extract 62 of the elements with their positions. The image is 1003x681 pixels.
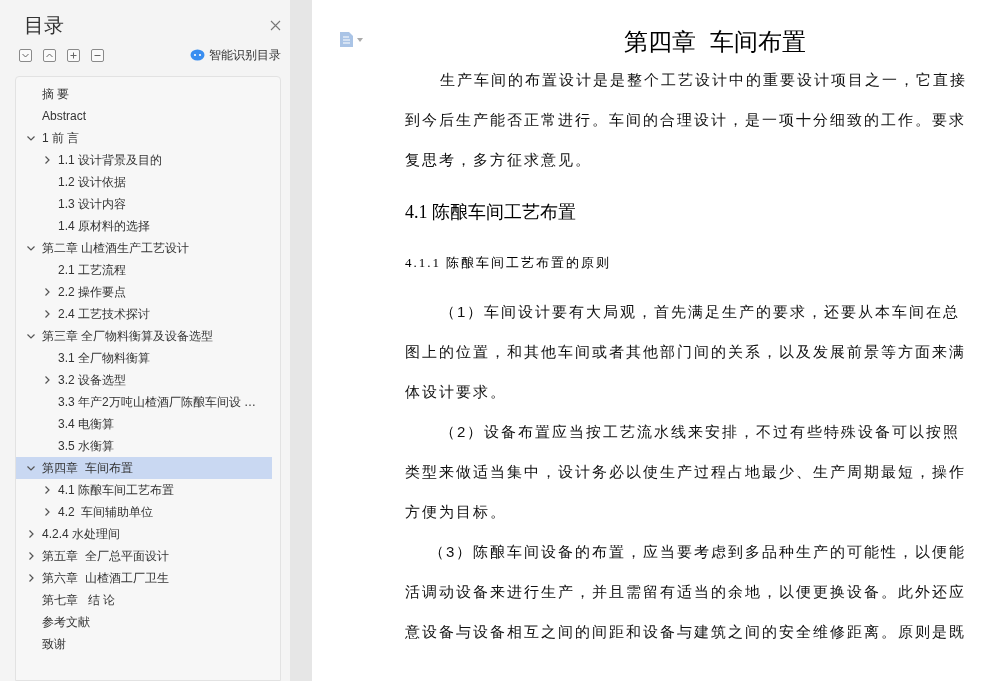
- plus-icon[interactable]: [67, 48, 80, 62]
- toc-item[interactable]: Abstract: [16, 105, 272, 127]
- toc-item[interactable]: 2.4 工艺技术探讨: [16, 303, 272, 325]
- chevron-icon[interactable]: [26, 529, 36, 539]
- toc-item[interactable]: 3.5 水衡算: [16, 435, 272, 457]
- chevron-icon[interactable]: [26, 133, 36, 143]
- toc-item[interactable]: 第七章 结 论: [16, 589, 272, 611]
- toc-item[interactable]: 第六章 山楂酒工厂卫生: [16, 567, 272, 589]
- expand-all-icon[interactable]: [19, 48, 32, 62]
- chevron-icon[interactable]: [42, 507, 52, 517]
- chevron-icon[interactable]: [42, 287, 52, 297]
- minus-icon[interactable]: [91, 48, 104, 62]
- subsection-heading: 4.1.1 陈酿车间工艺布置的原则: [405, 254, 612, 273]
- chapter-title: 第四章 车间布置: [624, 27, 806, 57]
- toc-item[interactable]: 3.4 电衡算: [16, 413, 272, 435]
- toc-item[interactable]: 1.1 设计背景及目的: [16, 149, 272, 171]
- paragraph-line: 意设备与设备相互之间的间距和设备与建筑之间的安全维修距离。原则是既: [405, 621, 966, 642]
- chevron-icon[interactable]: [26, 243, 36, 253]
- toc-item[interactable]: 摘 要: [16, 83, 272, 105]
- collapse-all-icon[interactable]: [43, 48, 56, 62]
- paragraph-line: 方便为目标。: [405, 501, 507, 522]
- toc-item[interactable]: 3.3 年产2万吨山楂酒厂陈酿车间设 …: [16, 391, 272, 413]
- smart-cloud-icon: [190, 49, 205, 61]
- paragraph-line: （1）车间设计要有大局观，首先满足生产的要求，还要从本车间在总: [440, 301, 961, 322]
- toc-item[interactable]: 第五章 全厂总平面设计: [16, 545, 272, 567]
- paragraph-line: 到今后生产能否正常进行。车间的合理设计，是一项十分细致的工作。要求: [405, 109, 966, 130]
- toc-item[interactable]: 2.1 工艺流程: [16, 259, 272, 281]
- chevron-icon[interactable]: [26, 331, 36, 341]
- toc-item[interactable]: 1.2 设计依据: [16, 171, 272, 193]
- toc-item[interactable]: 4.1 陈酿车间工艺布置: [16, 479, 272, 501]
- paragraph-line: 体设计要求。: [405, 381, 507, 402]
- chevron-icon[interactable]: [26, 551, 36, 561]
- paragraph-line: 类型来做适当集中，设计务必以使生产过程占地最少、生产周期最短，操作: [405, 461, 966, 482]
- paragraph-line: 生产车间的布置设计是是整个工艺设计中的重要设计项目之一，它直接: [440, 69, 967, 90]
- toc-item[interactable]: 第四章 车间布置: [16, 457, 272, 479]
- toc-item[interactable]: 3.2 设备选型: [16, 369, 272, 391]
- chevron-icon[interactable]: [26, 463, 36, 473]
- paragraph-line: 图上的位置，和其他车间或者其他部门间的关系，以及发展前景等方面来满: [405, 341, 966, 362]
- paragraph-line: （2）设备布置应当按工艺流水线来安排，不过有些特殊设备可以按照: [440, 421, 961, 442]
- chevron-icon[interactable]: [42, 375, 52, 385]
- paragraph-line: 活调动设备来进行生产，并且需留有适当的余地，以便更换设备。此外还应: [405, 581, 966, 602]
- toc-item[interactable]: 4.2.4 水处理间: [16, 523, 272, 545]
- toc-item[interactable]: 2.2 操作要点: [16, 281, 272, 303]
- chevron-icon[interactable]: [42, 485, 52, 495]
- toc-item[interactable]: 3.1 全厂物料衡算: [16, 347, 272, 369]
- close-icon[interactable]: [270, 19, 281, 31]
- toc-item[interactable]: 第二章 山楂酒生产工艺设计: [16, 237, 272, 259]
- toc-item[interactable]: 第三章 全厂物料衡算及设备选型: [16, 325, 272, 347]
- chevron-icon[interactable]: [42, 155, 52, 165]
- toc-item[interactable]: 4.2 车间辅助单位: [16, 501, 272, 523]
- chevron-icon[interactable]: [42, 309, 52, 319]
- smart-toc-button[interactable]: 智能识别目录: [209, 46, 281, 64]
- toc-item[interactable]: 参考文献: [16, 611, 272, 633]
- chevron-icon[interactable]: [26, 573, 36, 583]
- toc-item[interactable]: 1.3 设计内容: [16, 193, 272, 215]
- toc-item[interactable]: 1.4 原材料的选择: [16, 215, 272, 237]
- section-heading: 4.1 陈酿车间工艺布置: [405, 200, 576, 224]
- toc-item[interactable]: 致谢: [16, 633, 272, 655]
- panel-title: 目录: [24, 13, 64, 38]
- paragraph-line: 复思考，多方征求意见。: [405, 149, 592, 170]
- toc-item[interactable]: 1 前 言: [16, 127, 272, 149]
- paragraph-line: （3）陈酿车间设备的布置，应当要考虑到多品种生产的可能性，以便能: [429, 541, 967, 562]
